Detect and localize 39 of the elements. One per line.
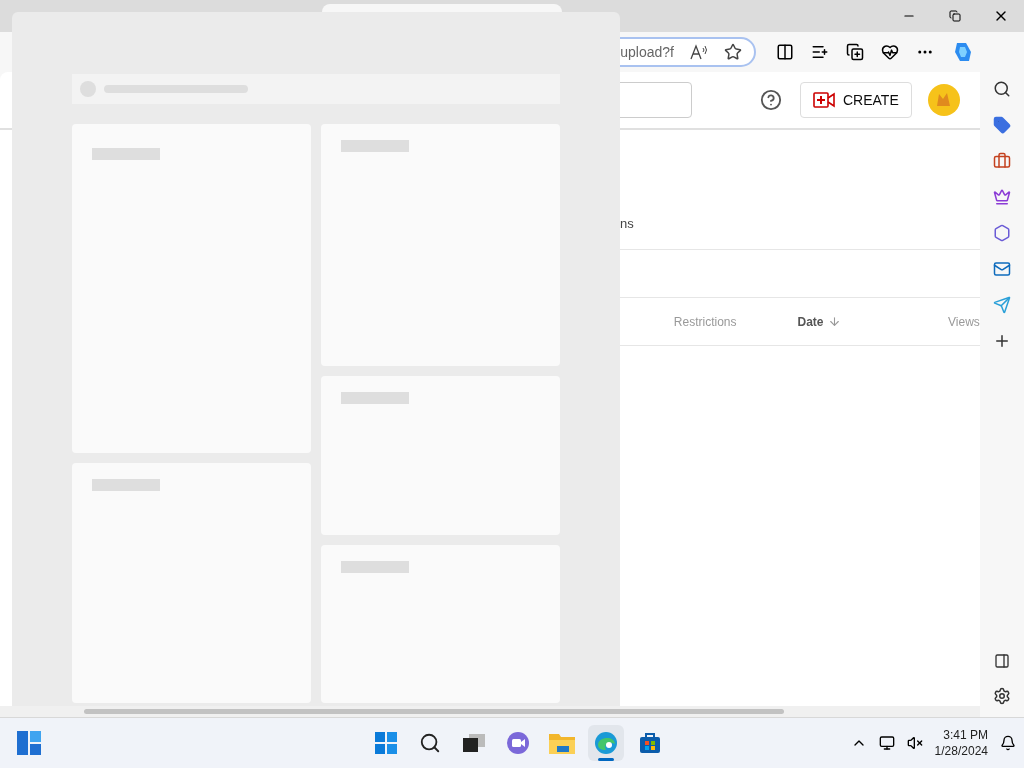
tab-label[interactable]: ns [620, 213, 634, 233]
notification-bell-icon[interactable] [1000, 735, 1016, 751]
restore-icon [949, 10, 961, 22]
horizontal-scrollbar[interactable] [0, 706, 980, 717]
collections-icon[interactable] [846, 43, 864, 61]
add-icon[interactable] [993, 332, 1011, 350]
widgets-icon[interactable] [16, 730, 42, 756]
avatar-icon[interactable] [927, 84, 960, 116]
toolbox-icon[interactable] [993, 152, 1011, 170]
clock-time: 3:41 PM [943, 727, 988, 743]
hexagon-logo-icon[interactable] [993, 224, 1011, 242]
shopping-bag-icon [639, 732, 661, 754]
muted-speaker-icon[interactable] [906, 735, 923, 751]
favorites-list-icon[interactable] [811, 43, 829, 61]
windows-logo-icon [375, 732, 397, 754]
favorite-star-icon[interactable] [724, 43, 742, 61]
clock[interactable]: 3:41 PM 1/28/2024 [934, 727, 988, 759]
folder-icon [549, 732, 575, 754]
read-aloud-icon[interactable] [690, 44, 708, 60]
search-icon[interactable] [993, 80, 1011, 98]
column-header[interactable]: Date [797, 312, 949, 331]
help-icon[interactable] [760, 89, 782, 111]
video-plus-icon [813, 92, 835, 108]
paper-plane-icon[interactable] [993, 296, 1011, 314]
network-icon[interactable] [878, 735, 895, 751]
clock-date: 1/28/2024 [934, 743, 988, 759]
create-button[interactable]: CREATE [800, 82, 912, 118]
address-text: upload?f [620, 42, 674, 62]
settings-icon[interactable] [993, 687, 1011, 705]
stacked-windows-icon [463, 734, 485, 752]
tag-icon[interactable] [993, 116, 1011, 134]
browser-logo-icon [594, 731, 618, 755]
sidebar-toggle-icon[interactable] [994, 653, 1010, 669]
mail-icon[interactable] [993, 260, 1011, 278]
split-screen-icon[interactable] [776, 43, 794, 61]
video-chat-icon [506, 731, 530, 755]
heart-pulse-icon[interactable] [881, 43, 899, 61]
sort-arrow-icon [827, 315, 841, 328]
search-icon [419, 732, 441, 754]
